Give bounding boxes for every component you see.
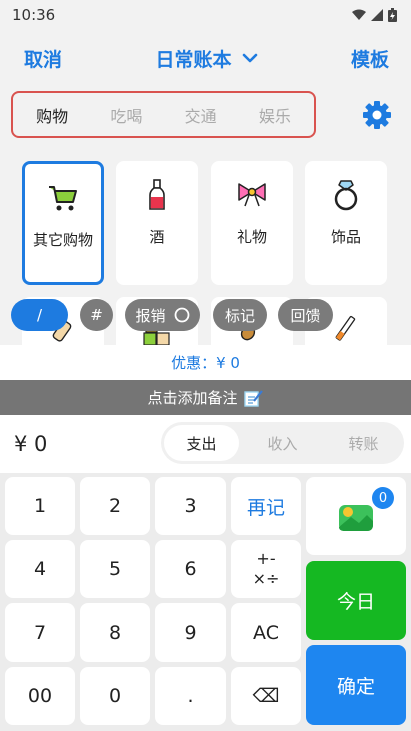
- template-button[interactable]: 模板: [351, 45, 389, 72]
- key-1[interactable]: 1: [5, 477, 75, 535]
- add-image-button[interactable]: 0: [306, 477, 406, 555]
- keypad: 1 2 3 再记 4 5 6 +- ×÷ 7 8 9 AC 00 0 . ⌫ 0…: [0, 473, 411, 731]
- cancel-button[interactable]: 取消: [24, 45, 62, 72]
- record-again-button[interactable]: 再记: [231, 477, 301, 535]
- add-note-bar[interactable]: 点击添加备注: [0, 380, 411, 415]
- status-icons: [352, 8, 397, 22]
- shopping-cart-icon: [45, 180, 81, 216]
- item-label: 礼物: [236, 228, 267, 246]
- tab-income[interactable]: 收入: [245, 425, 320, 461]
- image-count-badge: 0: [372, 487, 394, 509]
- ledger-title: 日常账本: [155, 48, 232, 71]
- key-4[interactable]: 4: [5, 540, 75, 598]
- item-other-shopping[interactable]: 其它购物: [22, 161, 104, 285]
- key-0[interactable]: 0: [80, 667, 150, 725]
- tab-transport[interactable]: 交通: [185, 103, 217, 127]
- gear-icon[interactable]: [362, 100, 392, 130]
- amount-row: ¥ 0 支出 收入 转账: [0, 415, 411, 473]
- cigarette-icon: [335, 315, 356, 341]
- signal-icon: [371, 9, 383, 21]
- chip-label: 报销: [135, 306, 166, 325]
- note-text: 点击添加备注: [147, 389, 238, 407]
- key-2[interactable]: 2: [80, 477, 150, 535]
- item-label: 其它购物: [32, 231, 93, 249]
- tab-expense[interactable]: 支出: [164, 425, 239, 461]
- ring-icon: [328, 177, 364, 213]
- discount-text: 优惠：¥ 0: [171, 354, 240, 372]
- key-5[interactable]: 5: [80, 540, 150, 598]
- ledger-selector[interactable]: 日常账本: [155, 45, 257, 72]
- key-9[interactable]: 9: [155, 603, 226, 662]
- header: 取消 日常账本 模板: [0, 36, 411, 80]
- status-bar: 10:36: [0, 0, 411, 30]
- memo-icon: [243, 389, 263, 407]
- item-label: 饰品: [330, 228, 361, 246]
- tab-transfer[interactable]: 转账: [326, 425, 401, 461]
- chevron-down-icon: [242, 53, 257, 63]
- battery-icon: [388, 8, 397, 22]
- key-00[interactable]: 00: [5, 667, 75, 725]
- clear-button[interactable]: AC: [231, 603, 301, 662]
- item-accessories[interactable]: 饰品: [305, 161, 387, 285]
- wine-bottle-icon: [139, 177, 175, 213]
- today-button[interactable]: 今日: [306, 561, 406, 640]
- chip-slash[interactable]: /: [11, 299, 68, 331]
- key-8[interactable]: 8: [80, 603, 150, 662]
- tab-food-drink[interactable]: 吃喝: [110, 103, 142, 127]
- item-wine[interactable]: 酒: [116, 161, 198, 285]
- chip-cashback[interactable]: 回馈: [278, 299, 333, 331]
- key-6[interactable]: 6: [155, 540, 226, 598]
- circle-toggle-icon: [174, 307, 189, 323]
- chip-mark[interactable]: 标记: [213, 299, 267, 331]
- key-3[interactable]: 3: [155, 477, 226, 535]
- chip-reimburse[interactable]: 报销: [125, 299, 200, 331]
- key-7[interactable]: 7: [5, 603, 75, 662]
- chip-hash[interactable]: #: [80, 299, 113, 331]
- item-label: 酒: [149, 228, 165, 246]
- image-icon: [339, 505, 373, 531]
- category-tabs: 购物 吃喝 交通 娱乐: [11, 91, 316, 138]
- key-decimal[interactable]: .: [155, 667, 226, 725]
- operator-key[interactable]: +- ×÷: [231, 540, 301, 598]
- discount-bar[interactable]: 优惠：¥ 0: [0, 345, 411, 380]
- item-gift[interactable]: 礼物: [211, 161, 293, 285]
- tab-shopping[interactable]: 购物: [36, 103, 68, 127]
- transaction-type-tabs: 支出 收入 转账: [161, 422, 404, 464]
- tab-entertainment[interactable]: 娱乐: [259, 103, 291, 127]
- backspace-button[interactable]: ⌫: [231, 667, 301, 725]
- status-time: 10:36: [12, 6, 56, 24]
- wifi-icon: [352, 9, 366, 20]
- gift-bow-icon: [234, 177, 270, 213]
- confirm-button[interactable]: 确定: [306, 645, 406, 725]
- amount-display: ¥ 0: [14, 432, 48, 456]
